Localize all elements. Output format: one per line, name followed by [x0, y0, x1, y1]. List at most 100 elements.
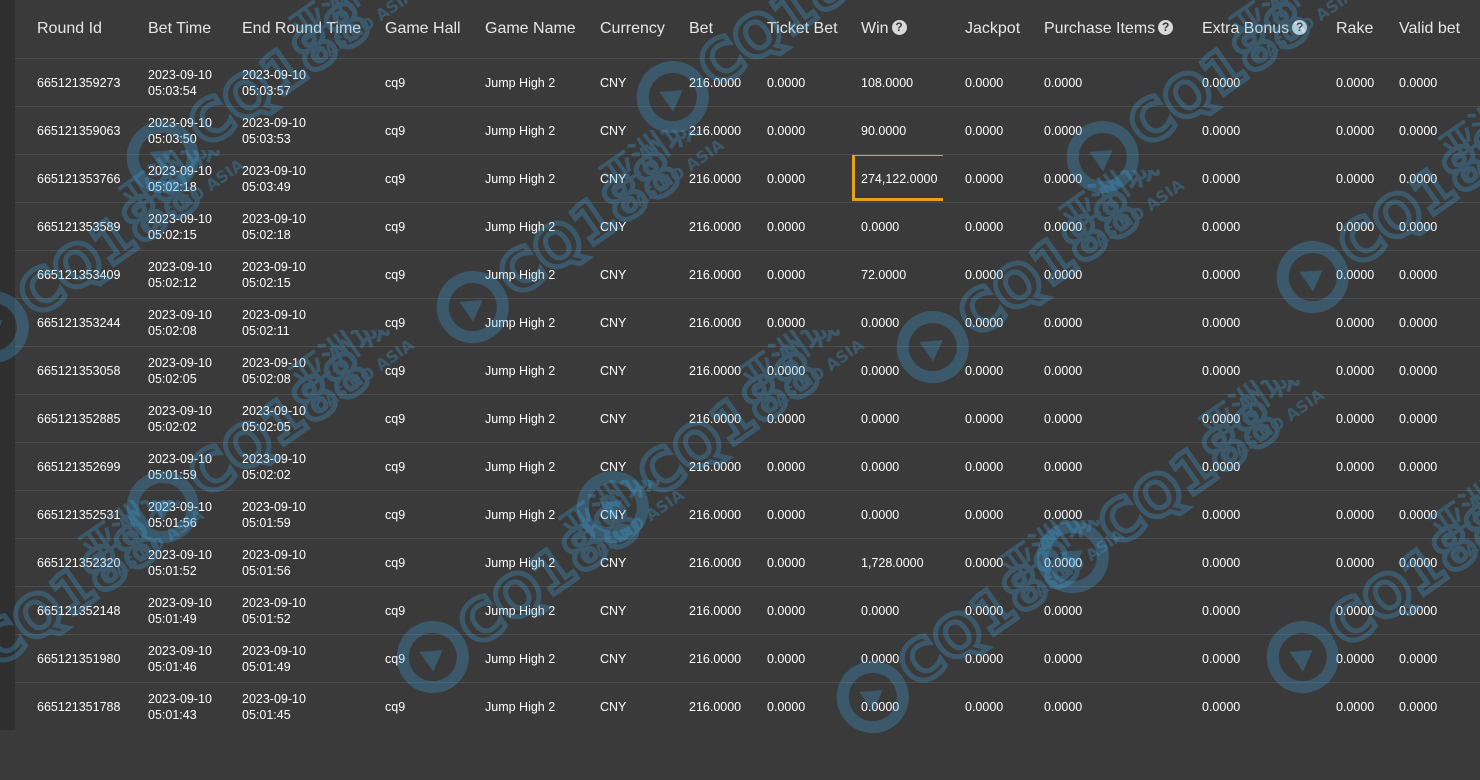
- round-id-value: 665121351788: [37, 699, 121, 714]
- valid-bet-value: 0.0000: [1399, 555, 1438, 570]
- bet-cell: 216.0000: [667, 346, 745, 395]
- game-hall-value: cq9: [385, 75, 406, 90]
- ticket-bet-value: 0.0000: [767, 603, 806, 618]
- table-row[interactable]: 665121352148 2023-09-10 05:01:49 2023-09-10…: [15, 586, 1480, 635]
- bet-time-time: 05:02:05: [148, 371, 197, 386]
- bet-time-date: 2023-09-10: [148, 307, 212, 322]
- extra-bonus-value: 0.0000: [1202, 411, 1241, 426]
- column-header-currency[interactable]: Currency: [578, 0, 667, 59]
- bet-time-date: 2023-09-10: [148, 595, 212, 610]
- currency-cell: CNY: [578, 202, 667, 251]
- purchase-items-value: 0.0000: [1044, 123, 1083, 138]
- rake-cell: 0.0000: [1314, 202, 1377, 251]
- purchase-items-cell: 0.0000: [1022, 586, 1180, 635]
- rake-cell: 0.0000: [1314, 394, 1377, 443]
- column-header-bet-time[interactable]: Bet Time: [126, 0, 220, 59]
- extra-bonus-cell: 0.0000: [1180, 298, 1314, 347]
- table-row[interactable]: 665121353244 2023-09-10 05:02:08 2023-09-10…: [15, 298, 1480, 347]
- table-row[interactable]: 665121359273 2023-09-10 05:03:54 2023-09-10…: [15, 58, 1480, 107]
- help-icon[interactable]: ?: [1158, 20, 1174, 35]
- rake-cell: 0.0000: [1314, 538, 1377, 587]
- column-header-win[interactable]: Win?: [839, 0, 943, 59]
- purchase-items-cell: 0.0000: [1022, 394, 1180, 443]
- purchase-items-cell: 0.0000: [1022, 634, 1180, 683]
- currency-cell: CNY: [578, 442, 667, 491]
- game-name-value: Jump High 2: [485, 507, 556, 522]
- bet-value: 216.0000: [689, 171, 742, 186]
- bet-time-time: 05:01:49: [148, 611, 197, 626]
- rake-value: 0.0000: [1336, 363, 1375, 378]
- column-header-purchase-items[interactable]: Purchase Items?: [1022, 0, 1180, 59]
- rake-value: 0.0000: [1336, 555, 1375, 570]
- column-header-extra-bonus[interactable]: Extra Bonus?: [1180, 0, 1314, 59]
- win-cell: 1,728.0000: [839, 538, 943, 587]
- table-row[interactable]: 665121353409 2023-09-10 05:02:12 2023-09-10…: [15, 250, 1480, 299]
- column-header-round-id[interactable]: Round Id: [15, 0, 126, 59]
- win-value: 0.0000: [861, 219, 900, 234]
- game-name-cell: Jump High 2: [463, 490, 578, 539]
- win-value: 0.0000: [861, 603, 900, 618]
- ticket-bet-cell: 0.0000: [745, 202, 839, 251]
- column-header-valid-bet[interactable]: Valid bet: [1377, 0, 1480, 59]
- table-row[interactable]: 665121351980 2023-09-10 05:01:46 2023-09-10…: [15, 634, 1480, 683]
- ticket-bet-value: 0.0000: [767, 267, 806, 282]
- round-id-value: 665121352148: [37, 603, 121, 618]
- column-header-ticket-bet[interactable]: Ticket Bet: [745, 0, 839, 59]
- jackpot-value: 0.0000: [965, 267, 1004, 282]
- rake-value: 0.0000: [1336, 75, 1375, 90]
- column-header-label: Game Hall: [385, 20, 461, 37]
- end-round-time-time: 05:02:05: [242, 419, 291, 434]
- game-hall-cell: cq9: [363, 394, 463, 443]
- jackpot-cell: 0.0000: [943, 490, 1022, 539]
- column-header-bet[interactable]: Bet: [667, 0, 745, 59]
- table-row[interactable]: 665121353589 2023-09-10 05:02:15 2023-09-10…: [15, 202, 1480, 251]
- round-id-cell: 665121352320: [15, 538, 126, 587]
- table-row[interactable]: 665121359063 2023-09-10 05:03:50 2023-09-10…: [15, 106, 1480, 155]
- currency-cell: CNY: [578, 106, 667, 155]
- column-header-game-name[interactable]: Game Name: [463, 0, 578, 59]
- round-id-value: 665121352320: [37, 555, 121, 570]
- game-name-cell: Jump High 2: [463, 250, 578, 299]
- bet-time-time: 05:01:46: [148, 659, 197, 674]
- column-header-jackpot[interactable]: Jackpot: [943, 0, 1022, 59]
- bet-value: 216.0000: [689, 267, 742, 282]
- jackpot-cell: 0.0000: [943, 298, 1022, 347]
- help-icon[interactable]: ?: [1292, 20, 1308, 35]
- table-row[interactable]: 665121352699 2023-09-10 05:01:59 2023-09-10…: [15, 442, 1480, 491]
- table-row[interactable]: 665121353766 2023-09-10 05:02:18 2023-09-10…: [15, 154, 1480, 203]
- rake-value: 0.0000: [1336, 651, 1375, 666]
- table-row[interactable]: 665121352320 2023-09-10 05:01:52 2023-09-10…: [15, 538, 1480, 587]
- game-name-value: Jump High 2: [485, 651, 556, 666]
- help-icon[interactable]: ?: [891, 20, 907, 35]
- table-row[interactable]: 665121352885 2023-09-10 05:02:02 2023-09-10…: [15, 394, 1480, 443]
- table-row[interactable]: 665121353058 2023-09-10 05:02:05 2023-09-10…: [15, 346, 1480, 395]
- currency-cell: CNY: [578, 58, 667, 107]
- table-row[interactable]: 665121351788 2023-09-10 05:01:43 2023-09-10…: [15, 682, 1480, 730]
- round-id-value: 665121352699: [37, 459, 121, 474]
- column-header-rake[interactable]: Rake: [1314, 0, 1377, 59]
- bet-cell: 216.0000: [667, 154, 745, 203]
- end-round-time-time: 05:03:53: [242, 131, 291, 146]
- valid-bet-cell: 0.0000: [1377, 682, 1480, 730]
- purchase-items-value: 0.0000: [1044, 603, 1083, 618]
- end-round-time-time: 05:03:57: [242, 83, 291, 98]
- column-header-game-hall[interactable]: Game Hall: [363, 0, 463, 59]
- table-row[interactable]: 665121352531 2023-09-10 05:01:56 2023-09-10…: [15, 490, 1480, 539]
- round-id-value: 665121359273: [37, 75, 121, 90]
- win-value: 0.0000: [861, 507, 900, 522]
- rake-cell: 0.0000: [1314, 298, 1377, 347]
- bet-time-date: 2023-09-10: [148, 259, 212, 274]
- column-header-end-round-time[interactable]: End Round Time: [220, 0, 363, 59]
- extra-bonus-value: 0.0000: [1202, 699, 1241, 714]
- extra-bonus-cell: 0.0000: [1180, 202, 1314, 251]
- valid-bet-value: 0.0000: [1399, 651, 1438, 666]
- ticket-bet-value: 0.0000: [767, 699, 806, 714]
- bet-value: 216.0000: [689, 699, 742, 714]
- extra-bonus-cell: 0.0000: [1180, 250, 1314, 299]
- round-id-value: 665121353409: [37, 267, 121, 282]
- end-round-time-time: 05:01:56: [242, 563, 291, 578]
- bet-value: 216.0000: [689, 651, 742, 666]
- currency-cell: CNY: [578, 298, 667, 347]
- ticket-bet-value: 0.0000: [767, 75, 806, 90]
- game-hall-value: cq9: [385, 603, 406, 618]
